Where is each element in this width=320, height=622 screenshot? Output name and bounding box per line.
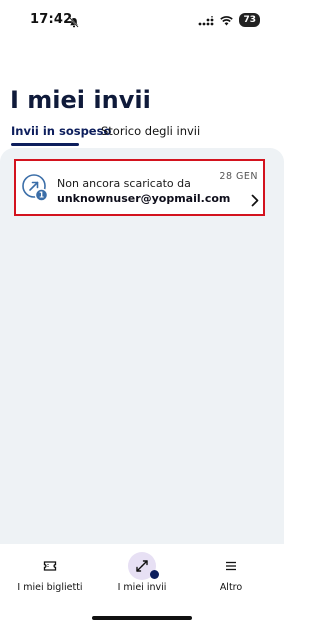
recipient-email: unknownuser@yopmail.com: [57, 192, 231, 205]
transfer-status-text: Non ancora scaricato da: [57, 177, 191, 190]
status-indicators: 73: [198, 12, 260, 28]
transfer-date: 28 GEN: [219, 171, 258, 182]
battery-indicator: 73: [239, 13, 260, 27]
nav-label-my-tickets: I miei biglietti: [17, 582, 83, 593]
nav-icon-container: [217, 552, 245, 580]
nav-icon-container: [36, 552, 64, 580]
ticket-icon: [43, 561, 57, 571]
nav-label-more: Altro: [219, 582, 243, 593]
home-indicator[interactable]: [92, 616, 192, 620]
transfers-list: 1 Non ancora scaricato da unknownuser@yo…: [0, 148, 284, 544]
transfer-status-icon: 1: [21, 173, 51, 203]
transfer-icon: [136, 560, 148, 572]
nav-more[interactable]: Altro: [184, 544, 278, 600]
status-time: 17:42: [30, 12, 73, 27]
tab-bar: Invii in sospeso Storico degli invii: [0, 124, 284, 148]
signal-icon: [198, 11, 214, 30]
nav-my-transfers[interactable]: I miei invii: [95, 544, 189, 600]
transfer-card[interactable]: 1 Non ancora scaricato da unknownuser@yo…: [14, 159, 265, 216]
tab-pending[interactable]: Invii in sospeso: [11, 124, 111, 138]
bell-muted-icon: [69, 13, 79, 32]
page-title: I miei invii: [10, 86, 151, 114]
menu-icon: [226, 561, 236, 571]
chevron-right-icon: [251, 192, 259, 211]
nav-my-tickets[interactable]: I miei biglietti: [3, 544, 97, 600]
status-bar: 17:42 73: [0, 0, 284, 40]
wifi-icon: [220, 11, 234, 30]
arrow-up-right-icon: 1: [22, 174, 49, 202]
count-badge-text: 1: [39, 191, 44, 200]
active-tab-indicator: [11, 143, 79, 146]
nav-label-my-transfers: I miei invii: [117, 582, 167, 593]
bottom-navigation: I miei biglietti I miei invii Altro: [0, 544, 284, 622]
active-dot: [150, 570, 159, 579]
tab-history[interactable]: Storico degli invii: [101, 124, 200, 138]
